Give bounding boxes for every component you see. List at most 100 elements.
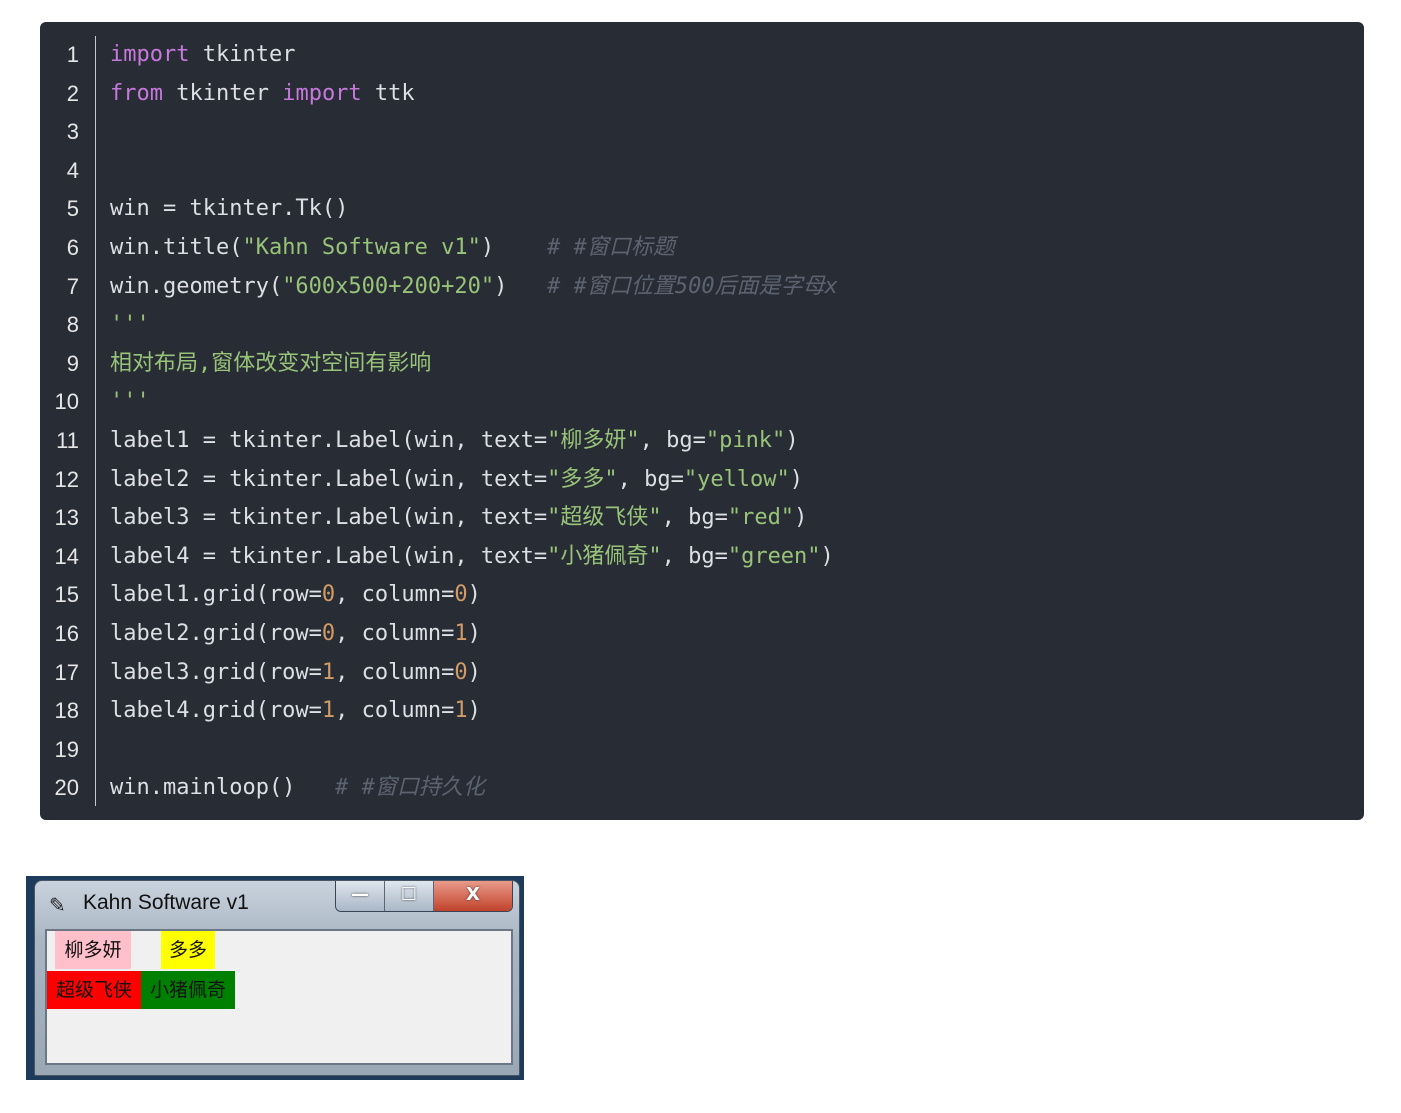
code-token: ) [794, 505, 808, 531]
maximize-button[interactable]: ☐ [385, 881, 434, 911]
code-line: import tkinter [110, 36, 1354, 75]
code-token: 1 [454, 620, 468, 646]
code-line: win = tkinter.Tk() [110, 190, 1354, 229]
code-token: import [110, 42, 190, 67]
code-token: , bg= [617, 466, 684, 492]
line-number: 14 [54, 543, 79, 569]
code-token: "600x500+200+20" [282, 273, 495, 299]
line-number: 4 [66, 157, 79, 183]
line-number: 8 [66, 312, 79, 338]
label-2: 多多 [161, 931, 215, 969]
code-block: 1 2 3 4 5 6 7 8 9 10 11 12 13 14 15 16 17 18 19 20 import t… [40, 22, 1364, 820]
line-number: 3 [66, 119, 79, 145]
code-token: 相对布局,窗体改变对空间有影响 [110, 350, 432, 376]
code-token: import [282, 80, 362, 106]
code-token: label3 = tkinter.Label(win, text= [110, 505, 548, 531]
code-token: "green" [727, 543, 821, 569]
code-token: # #窗口位置500后面是字母x [547, 273, 838, 299]
window-controls: — ☐ X [335, 881, 513, 912]
label-1: 柳多妍 [55, 931, 131, 969]
code-token: ) [820, 543, 834, 569]
code-token: ttk [361, 80, 415, 106]
code-line: win.mainloop() # #窗口持久化 [110, 769, 1354, 808]
line-number: 20 [54, 775, 79, 801]
code-token: "超级飞侠" [547, 505, 662, 531]
code-token: label3.grid(row= [110, 659, 322, 685]
line-number: 18 [54, 698, 79, 724]
code-token: label1 = tkinter.Label(win, text= [110, 427, 548, 453]
code-token: win.title( [110, 234, 243, 260]
code-token: tkinter [189, 42, 296, 67]
code-token: # #窗口标题 [547, 234, 675, 260]
line-number: 2 [66, 80, 79, 106]
line-number: 19 [54, 736, 79, 762]
line-number: 15 [54, 582, 79, 608]
code-token: "多多" [547, 466, 618, 492]
code-token: label4 = tkinter.Label(win, text= [110, 543, 548, 569]
code-token: ) [467, 582, 481, 608]
code-token: # #窗口持久化 [335, 775, 485, 801]
code-token: ) [785, 427, 799, 453]
code-token: , column= [335, 698, 455, 724]
code-line: label2.grid(row=0, column=1) [110, 615, 1354, 654]
code-token: "柳多妍" [547, 427, 640, 453]
code-token: "red" [727, 505, 795, 531]
code-token: tkinter [162, 80, 283, 106]
code-token: 0 [321, 620, 336, 646]
label-3: 超级飞侠 [47, 971, 141, 1009]
code-token: ) [480, 234, 548, 260]
tk-window-screenshot: ✎ Kahn Software v1 — ☐ X 柳多妍 多多 超级飞侠 小猪佩… [26, 876, 524, 1080]
code-token: win.geometry( [110, 273, 283, 299]
window-title: Kahn Software v1 [83, 891, 249, 914]
code-token: label1.grid(row= [110, 582, 322, 608]
code-token: win.mainloop() [110, 775, 336, 801]
feather-icon: ✎ [49, 893, 66, 917]
code-line: from tkinter import ttk [110, 75, 1354, 114]
code-token: 0 [454, 659, 468, 685]
line-number: 9 [66, 350, 79, 376]
code-line: label3.grid(row=1, column=0) [110, 654, 1354, 693]
code-line: label4 = tkinter.Label(win, text="小猪佩奇",… [110, 538, 1354, 577]
code-token: ) [467, 698, 481, 724]
code-token: ) [789, 466, 804, 492]
code-token: ) [467, 659, 481, 685]
code-line: label1.grid(row=0, column=0) [110, 576, 1354, 615]
code-token: ) [467, 620, 481, 646]
code-token: from [110, 80, 163, 106]
code-token: label2 = tkinter.Label(win, text= [110, 466, 548, 492]
code-token: , column= [335, 659, 455, 685]
title-bar[interactable]: ✎ Kahn Software v1 — ☐ X [35, 881, 519, 923]
line-number: 16 [54, 620, 79, 646]
code-line: ''' [110, 383, 1354, 422]
code-token: 0 [454, 582, 468, 608]
code-token: "pink" [705, 427, 786, 453]
code-line: label4.grid(row=1, column=1) [110, 692, 1354, 731]
code-token: 1 [454, 698, 468, 724]
code-token: 1 [321, 659, 336, 685]
line-number: 6 [66, 234, 79, 260]
close-button[interactable]: X [434, 881, 512, 911]
line-number: 13 [54, 505, 79, 531]
line-number-gutter: 1 2 3 4 5 6 7 8 9 10 11 12 13 14 15 16 17 18 19 20 [40, 36, 96, 806]
code-line: win.title("Kahn Software v1") # #窗口标题 [110, 229, 1354, 268]
minimize-button[interactable]: — [336, 881, 385, 911]
code-token: ) [494, 273, 548, 299]
tk-window-frame: ✎ Kahn Software v1 — ☐ X 柳多妍 多多 超级飞侠 小猪佩… [34, 880, 520, 1076]
code-token: "小猪佩奇" [547, 543, 662, 569]
code-line: label1 = tkinter.Label(win, text="柳多妍", … [110, 422, 1354, 461]
line-number: 12 [54, 466, 79, 492]
code-token: win = tkinter.Tk() [110, 196, 349, 222]
code-token: ''' [110, 389, 150, 415]
code-token: ''' [110, 312, 150, 338]
line-number: 17 [54, 659, 79, 685]
code-token: "yellow" [683, 466, 790, 492]
code-token: , bg= [661, 543, 728, 569]
code-token: , column= [335, 582, 455, 608]
code-lines: import tkinter from tkinter import ttk wi… [110, 36, 1354, 808]
code-token: , bg= [661, 505, 728, 531]
label-4: 小猪佩奇 [141, 971, 235, 1009]
window-client-area: 柳多妍 多多 超级飞侠 小猪佩奇 [45, 929, 513, 1065]
code-token: label4.grid(row= [110, 698, 322, 724]
